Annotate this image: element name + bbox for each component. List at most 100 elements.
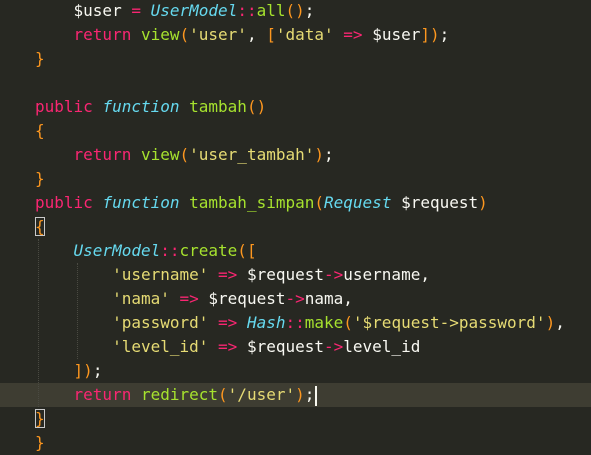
code-token: ; [439, 25, 450, 44]
code-token: nama [304, 289, 344, 308]
code-token: '$request->password' [352, 313, 546, 332]
code-token: public [35, 193, 93, 212]
code-token: tambah_simpan [189, 193, 315, 212]
code-token: 'username' [112, 265, 209, 284]
code-token: $request [208, 289, 286, 308]
code-token: [ [266, 25, 276, 44]
code-line[interactable]: return view('user', ['data' => $user]); [0, 23, 591, 47]
code-line[interactable]: ]); [0, 359, 591, 383]
code-line-text: 'level_id' => $request->level_id [35, 335, 420, 359]
code-line[interactable]: } [0, 167, 591, 191]
indent-guide [77, 263, 78, 359]
code-token: } [35, 433, 45, 452]
code-token: => [218, 265, 238, 284]
code-token: = [131, 1, 141, 20]
code-token: 'password' [112, 313, 209, 332]
code-line-text: ]); [35, 359, 103, 383]
code-token: ( [343, 313, 353, 332]
code-token: return [73, 145, 132, 164]
code-token: Hash [246, 313, 286, 332]
code-line-active[interactable]: return redirect('/user'); [0, 383, 591, 407]
code-token: Request [324, 193, 392, 212]
code-token: return [73, 385, 132, 404]
code-line[interactable]: 'username' => $request->username, [0, 263, 591, 287]
matched-bracket: { [35, 217, 45, 236]
code-token: $user [372, 25, 421, 44]
code-line[interactable]: } [0, 47, 591, 71]
code-line[interactable]: { [0, 119, 591, 143]
code-line[interactable]: 'password' => Hash::make('$request->pass… [0, 311, 591, 335]
code-token: make [304, 313, 344, 332]
code-token: } [35, 169, 45, 188]
code-token: ; [92, 361, 103, 380]
code-token: :: [160, 241, 180, 260]
code-line-text: } [35, 47, 45, 71]
code-token: { [35, 121, 45, 140]
code-token: function [102, 97, 180, 116]
code-line[interactable]: public function tambah() [0, 95, 591, 119]
code-token: '/user' [227, 385, 296, 404]
code-token: all [256, 1, 286, 20]
code-token: public [35, 97, 93, 116]
code-line[interactable]: { [0, 215, 591, 239]
code-line[interactable]: public function tambah_simpan(Request $r… [0, 191, 591, 215]
code-token: 'data' [275, 25, 334, 44]
code-token: 'user_tambah' [189, 145, 315, 164]
code-token: ] [73, 361, 84, 380]
code-line[interactable]: 'nama' => $request->nama, [0, 287, 591, 311]
code-line[interactable]: UserModel::create([ [0, 239, 591, 263]
code-token: ( [179, 145, 190, 164]
code-token: ; [324, 145, 334, 164]
code-token: level_id [343, 337, 421, 356]
code-line-text: UserModel::create([ [35, 239, 257, 263]
text-cursor [315, 385, 318, 406]
code-token: -> [324, 265, 344, 284]
code-line-text: } [35, 167, 45, 191]
code-line[interactable]: $user = UserModel::all(); [0, 0, 591, 23]
code-line[interactable] [0, 71, 591, 95]
code-line-text: { [35, 215, 45, 239]
code-token: :: [285, 313, 305, 332]
code-token: redirect [140, 385, 219, 404]
code-token: , [343, 289, 353, 308]
code-token: [ [246, 241, 257, 260]
code-token: ) [545, 313, 556, 332]
code-token: => [343, 25, 363, 44]
code-token: ) [83, 361, 93, 380]
matched-bracket: } [35, 409, 45, 428]
code-line-text: $user = UserModel::all(); [35, 0, 315, 23]
code-line-text: public function tambah() [35, 95, 266, 119]
code-line-text: return redirect('/user'); [35, 383, 318, 407]
code-token: $request [401, 193, 479, 212]
code-token: ; [304, 1, 315, 20]
code-editor[interactable]: $user = UserModel::all(); return view('u… [0, 0, 591, 452]
code-token: function [102, 193, 180, 212]
code-token: => [218, 313, 238, 332]
code-token: ( [237, 241, 247, 260]
code-line[interactable]: return view('user_tambah'); [0, 143, 591, 167]
code-line[interactable]: 'level_id' => $request->level_id [0, 335, 591, 359]
code-line[interactable]: } [0, 431, 591, 455]
code-line[interactable]: } [0, 407, 591, 431]
code-token: username [343, 265, 421, 284]
code-line-text: 'username' => $request->username, [35, 263, 430, 287]
code-token: $request [246, 265, 324, 284]
